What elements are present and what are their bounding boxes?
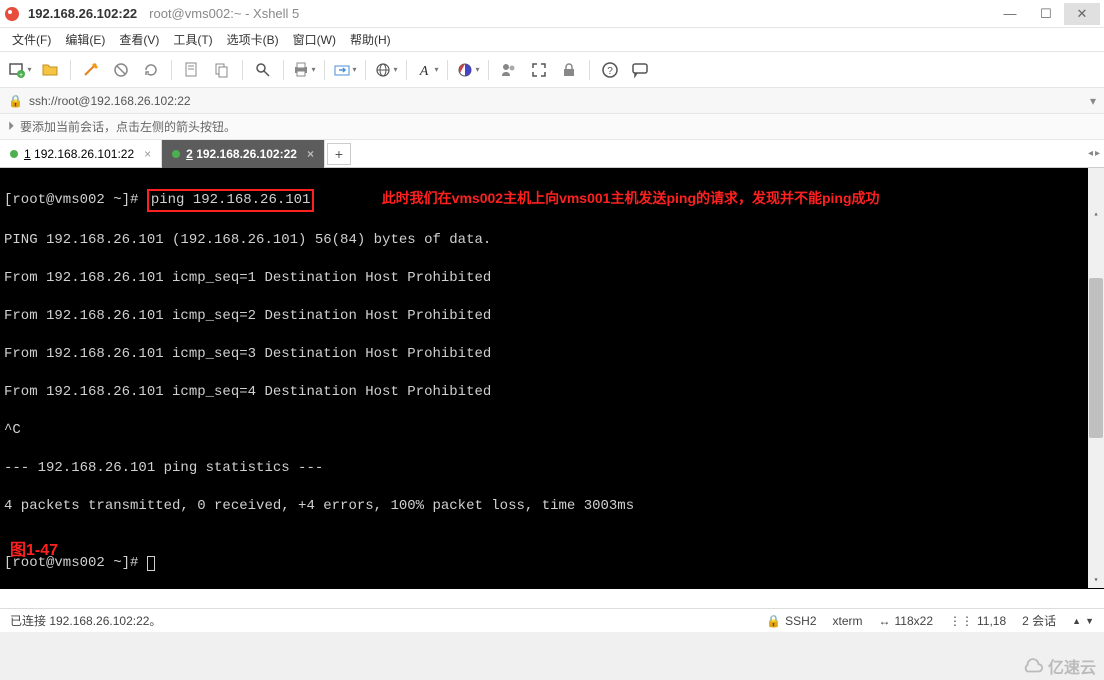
command-highlight: ping 192.168.26.101 xyxy=(147,189,315,212)
info-text: 要添加当前会话，点击左侧的箭头按钮。 xyxy=(20,118,236,135)
titlebar: 192.168.26.102:22 root@vms002:~ - Xshell… xyxy=(0,0,1104,28)
reconnect-button[interactable] xyxy=(139,58,163,82)
watermark: 亿速云 xyxy=(1022,654,1096,678)
lock-icon: 🔒 xyxy=(766,614,781,628)
properties-button[interactable] xyxy=(180,58,204,82)
disconnect-button[interactable] xyxy=(109,58,133,82)
address-text: ssh://root@192.168.26.102:22 xyxy=(29,94,191,108)
status-term: xterm xyxy=(833,614,863,628)
open-button[interactable] xyxy=(38,58,62,82)
color-button[interactable]: ▾ xyxy=(456,58,480,82)
scroll-up-icon[interactable]: ▴ xyxy=(1088,206,1104,222)
terminal-line: From 192.168.26.101 icmp_seq=1 Destinati… xyxy=(4,269,1100,288)
scroll-down-icon[interactable]: ▾ xyxy=(1088,572,1104,588)
users-button[interactable] xyxy=(497,58,521,82)
title-main: 192.168.26.102:22 xyxy=(28,6,137,21)
fullscreen-button[interactable] xyxy=(527,58,551,82)
cursor-pos-icon: ⋮⋮ xyxy=(949,614,973,628)
svg-text:+: + xyxy=(19,72,23,79)
terminal-line: PING 192.168.26.101 (192.168.26.101) 56(… xyxy=(4,231,1100,250)
status-session-nav[interactable]: ▲ ▼ xyxy=(1072,616,1094,626)
prompt: [root@vms002 ~]# xyxy=(4,192,147,208)
figure-label: 图1-47 xyxy=(10,541,58,560)
menu-window[interactable]: 窗口(W) xyxy=(293,31,336,48)
compose-bar[interactable] xyxy=(0,588,1104,608)
maximize-button[interactable]: ☐ xyxy=(1028,3,1064,25)
cursor-icon xyxy=(147,556,155,571)
close-button[interactable]: ✕ xyxy=(1064,3,1100,25)
tab-nav[interactable]: ◂▸ xyxy=(1088,148,1100,159)
terminal-line: From 192.168.26.101 icmp_seq=4 Destinati… xyxy=(4,383,1100,402)
help-button[interactable]: ? xyxy=(598,58,622,82)
tab-close-icon[interactable]: × xyxy=(307,147,314,161)
statusbar: 已连接 192.168.26.102:22。 🔒SSH2 xterm ↔118x… xyxy=(0,608,1104,632)
menu-edit[interactable]: 编辑(E) xyxy=(65,31,105,48)
terminal-line: --- 192.168.26.101 ping statistics --- xyxy=(4,459,1100,478)
toolbar: +▾ ▾ ▾ ▾ A▾ ▾ ? xyxy=(0,52,1104,88)
lock-icon: 🔒 xyxy=(8,94,23,108)
search-button[interactable] xyxy=(251,58,275,82)
tab-2[interactable]: 2 192.168.26.102:22 × xyxy=(162,140,325,168)
app-logo-icon xyxy=(4,6,20,22)
terminal-line: From 192.168.26.101 icmp_seq=3 Destinati… xyxy=(4,345,1100,364)
menu-tab[interactable]: 选项卡(B) xyxy=(227,31,279,48)
terminal-line: ^C xyxy=(4,421,1100,440)
menu-tools[interactable]: 工具(T) xyxy=(173,31,212,48)
menu-file[interactable]: 文件(F) xyxy=(12,31,51,48)
tab-1[interactable]: 1 192.168.26.101:22 × xyxy=(0,140,162,168)
menu-view[interactable]: 查看(V) xyxy=(119,31,159,48)
tab-close-icon[interactable]: × xyxy=(144,147,151,161)
chat-button[interactable] xyxy=(628,58,652,82)
status-connection: 已连接 192.168.26.102:22。 xyxy=(10,612,161,629)
svg-text:?: ? xyxy=(607,66,613,77)
scroll-thumb[interactable] xyxy=(1089,278,1103,438)
new-session-button[interactable]: +▾ xyxy=(8,58,32,82)
address-dropdown-icon[interactable]: ▾ xyxy=(1090,94,1096,108)
xftp-button[interactable]: ▾ xyxy=(333,58,357,82)
terminal-line: From 192.168.26.101 icmp_seq=2 Destinati… xyxy=(4,307,1100,326)
resize-icon: ↔ xyxy=(879,614,891,628)
menu-help[interactable]: 帮助(H) xyxy=(350,31,391,48)
minimize-button[interactable]: — xyxy=(992,3,1028,25)
menubar: 文件(F) 编辑(E) 查看(V) 工具(T) 选项卡(B) 窗口(W) 帮助(… xyxy=(0,28,1104,52)
addressbar[interactable]: 🔒 ssh://root@192.168.26.102:22 ▾ xyxy=(0,88,1104,114)
svg-text:A: A xyxy=(419,64,429,79)
cloud-icon xyxy=(1022,655,1044,677)
status-dot-icon xyxy=(172,150,180,158)
status-pos: ⋮⋮11,18 xyxy=(949,614,1006,628)
annotation-text: 此时我们在vms002主机上向vms001主机发送ping的请求，发现并不能pi… xyxy=(382,190,880,206)
terminal-scrollbar[interactable]: ▴ ▾ xyxy=(1088,168,1104,588)
globe-button[interactable]: ▾ xyxy=(374,58,398,82)
terminal[interactable]: [root@vms002 ~]# ping 192.168.26.101 此时我… xyxy=(0,168,1104,588)
status-size: ↔118x22 xyxy=(879,614,933,628)
lock-button[interactable] xyxy=(557,58,581,82)
tab-add-button[interactable]: + xyxy=(327,143,351,165)
print-button[interactable]: ▾ xyxy=(292,58,316,82)
connect-button[interactable] xyxy=(79,58,103,82)
copy-button[interactable] xyxy=(210,58,234,82)
info-arrow-icon[interactable]: ⏵ xyxy=(8,119,14,134)
tabbar: 1 192.168.26.101:22 × 2 192.168.26.102:2… xyxy=(0,140,1104,168)
title-sub: root@vms002:~ - Xshell 5 xyxy=(149,6,299,21)
font-button[interactable]: A▾ xyxy=(415,58,439,82)
status-dot-icon xyxy=(10,150,18,158)
status-sessions: 2 会话 xyxy=(1022,612,1056,629)
status-ssh: 🔒SSH2 xyxy=(766,614,816,628)
terminal-line: 4 packets transmitted, 0 received, +4 er… xyxy=(4,497,1100,516)
infobar: ⏵ 要添加当前会话，点击左侧的箭头按钮。 xyxy=(0,114,1104,140)
